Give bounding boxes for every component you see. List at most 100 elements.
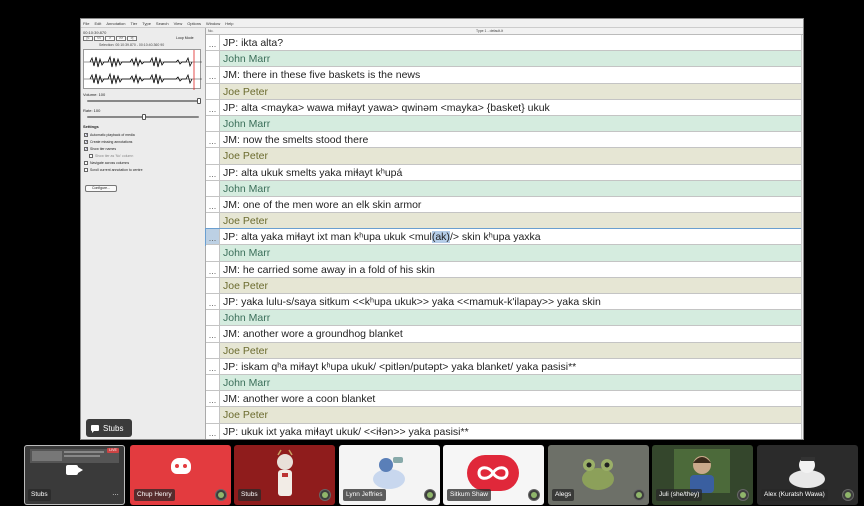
transport-button[interactable]: >|	[127, 36, 137, 41]
row-menu-button[interactable]: ...	[206, 391, 220, 407]
more-options-icon[interactable]: …	[110, 490, 121, 501]
speaker-row[interactable]: John Marr	[206, 374, 801, 392]
annotation-row[interactable]: ... JM: now the smelts stood there	[206, 132, 801, 149]
row-menu-button[interactable]: ...	[206, 423, 220, 439]
row-menu-button[interactable]: ...	[206, 261, 220, 277]
checkbox[interactable]: ✓	[84, 146, 88, 151]
menu-item[interactable]: Search	[156, 21, 169, 26]
speaker-row[interactable]: John Marr	[206, 180, 801, 197]
speaker-row[interactable]: Joe Peter	[206, 148, 801, 165]
menu-item[interactable]: Type	[142, 21, 151, 26]
menu-item[interactable]: Window	[206, 21, 220, 26]
row-menu-button	[206, 310, 220, 326]
row-menu-button[interactable]: ...	[206, 294, 220, 310]
transcript-scrollbar[interactable]	[801, 35, 803, 439]
reaction-icon	[215, 489, 227, 501]
checkbox[interactable]	[89, 153, 93, 158]
speaker-row[interactable]: Joe Peter	[206, 407, 801, 424]
menu-item[interactable]: Tier	[131, 21, 138, 26]
speaker-name: Joe Peter	[223, 279, 268, 292]
annotation-text[interactable]: JP: alta <mayka> wawa miɬayt yawa> qwinə…	[223, 100, 550, 116]
settings-option[interactable]: ✓ Create missing annotations	[84, 138, 143, 145]
annotation-text[interactable]: JP: ukuk ixt yaka miɬayt ukuk/ <<iɬən>> …	[223, 424, 469, 440]
row-menu-button[interactable]: ...	[206, 132, 220, 148]
participant-tile[interactable]: Alegs	[548, 445, 649, 505]
annotation-row[interactable]: ... JP: ikta alta?	[206, 35, 801, 52]
annotation-row[interactable]: ... JP: ukuk ixt yaka miɬayt ukuk/ <<iɬən…	[206, 423, 801, 440]
annotation-text[interactable]: JM: now the smelts stood there	[223, 132, 368, 148]
row-menu-button[interactable]: ...	[206, 326, 220, 342]
menu-item[interactable]: Help	[225, 21, 233, 26]
transport-button[interactable]: >	[105, 36, 115, 41]
settings-option[interactable]: ✓ Show tier names	[84, 145, 143, 152]
annotation-row[interactable]: ... JM: he carried some away in a fold of…	[206, 261, 801, 278]
menu-item[interactable]: View	[174, 21, 183, 26]
annotation-text[interactable]: JM: there in these five baskets is the n…	[223, 67, 420, 83]
rate-slider-thumb[interactable]	[142, 114, 146, 120]
menu-item[interactable]: Annotation	[106, 21, 125, 26]
participant-tile[interactable]: LIVE Stubs …	[24, 445, 125, 505]
checkbox[interactable]	[84, 160, 88, 165]
speaker-row[interactable]: John Marr	[206, 310, 801, 327]
annotation-text[interactable]: JM: one of the men wore an elk skin armo…	[223, 197, 421, 213]
annotation-row[interactable]: ... JP: alta <mayka> wawa miɬayt yawa> qw…	[206, 99, 801, 116]
annotation-row[interactable]: ... JM: there in these five baskets is th…	[206, 67, 801, 84]
annotation-row[interactable]: ... JM: another wore a coon blanket	[206, 391, 801, 408]
speaker-row[interactable]: Joe Peter	[206, 213, 801, 230]
participant-tile[interactable]: Stubs	[234, 445, 335, 505]
waveform-viewer[interactable]	[83, 49, 202, 90]
checkbox[interactable]: ✓	[84, 139, 88, 144]
annotation-text[interactable]: JP: ikta alta?	[223, 35, 283, 51]
annotation-text[interactable]: JM: another wore a coon blanket	[223, 391, 375, 407]
row-menu-button[interactable]: ...	[206, 358, 220, 374]
annotation-text[interactable]: JP: iskam qʰa miɬayt kʰupa ukuk/ <pitlən…	[223, 359, 576, 375]
transport-button[interactable]: |<	[83, 36, 93, 41]
configure-button[interactable]: Configure...	[85, 185, 117, 192]
text-selection[interactable]: (ak)	[431, 231, 450, 244]
transport-button[interactable]: <<	[94, 36, 104, 41]
menu-item[interactable]: Edit	[94, 21, 101, 26]
transport-button[interactable]: >>	[116, 36, 126, 41]
settings-option[interactable]: ✓ Automatic playback of media	[84, 131, 143, 138]
row-menu-button[interactable]: ...	[206, 196, 220, 213]
participant-tile[interactable]: Chup Henry	[130, 445, 231, 505]
annotation-text[interactable]: JM: another wore a groundhog blanket	[223, 326, 403, 342]
speaker-row[interactable]: Joe Peter	[206, 342, 801, 359]
settings-option[interactable]: Navigate across columns	[84, 159, 143, 166]
checkbox[interactable]: ✓	[84, 132, 88, 137]
annotation-row[interactable]: ... JM: one of the men wore an elk skin a…	[206, 196, 801, 214]
annotation-text[interactable]: JP: yaka lulu-s/saya sitkum <<kʰupa ukuk…	[223, 294, 601, 310]
settings-option[interactable]: Show tier as 'No' column	[84, 152, 143, 159]
annotation-row[interactable]: ... JP: yaka lulu-s/saya sitkum <<kʰupa u…	[206, 294, 801, 311]
row-menu-button[interactable]: ...	[206, 35, 220, 51]
volume-slider-thumb[interactable]	[197, 98, 201, 104]
annotation-row[interactable]: ... JP: alta yaka miɬayt ixt man kʰupa uk…	[205, 228, 802, 247]
participant-tile[interactable]: Juli (she/they)	[652, 445, 753, 505]
annotation-text[interactable]: JM: he carried some away in a fold of hi…	[223, 262, 435, 278]
participant-tile[interactable]: Lynn Jeffries	[339, 445, 440, 505]
row-menu-button	[206, 407, 220, 423]
settings-option[interactable]: Scroll current annotation to centre	[84, 166, 143, 173]
menu-item[interactable]: Options	[187, 21, 201, 26]
participant-tile[interactable]: Sitkum Shaw	[443, 445, 544, 505]
participant-name: Lynn Jeffries	[343, 489, 386, 501]
menu-item[interactable]: File	[83, 21, 89, 26]
annotation-text[interactable]: JP: alta ukuk smelts yaka miɬayt kʰupá	[223, 165, 402, 181]
row-menu-button[interactable]: ...	[206, 229, 220, 245]
row-menu-button[interactable]: ...	[206, 67, 220, 83]
volume-slider-track[interactable]	[87, 100, 199, 102]
participant-tile[interactable]: Alex (Kuratsh Wawa)	[757, 445, 858, 505]
speaker-row[interactable]: John Marr	[206, 51, 801, 68]
speaker-row[interactable]: John Marr	[206, 245, 801, 262]
row-menu-button[interactable]: ...	[206, 164, 220, 180]
speaker-row[interactable]: John Marr	[206, 115, 801, 133]
speaker-row[interactable]: Joe Peter	[206, 277, 801, 294]
annotation-row[interactable]: ... JP: iskam qʰa miɬayt kʰupa ukuk/ <pit…	[206, 358, 801, 375]
row-menu-button[interactable]: ...	[206, 99, 220, 115]
checkbox[interactable]	[84, 167, 88, 172]
annotation-row[interactable]: ... JM: another wore a groundhog blanket	[206, 326, 801, 343]
speaker-row[interactable]: Joe Peter	[206, 83, 801, 100]
annotation-row[interactable]: ... JP: alta ukuk smelts yaka miɬayt kʰup…	[206, 164, 801, 181]
loop-mode-checkbox[interactable]: Loop Mode	[176, 36, 194, 40]
annotation-text[interactable]: JP: alta yaka miɬayt ixt man kʰupa ukuk …	[223, 229, 541, 245]
